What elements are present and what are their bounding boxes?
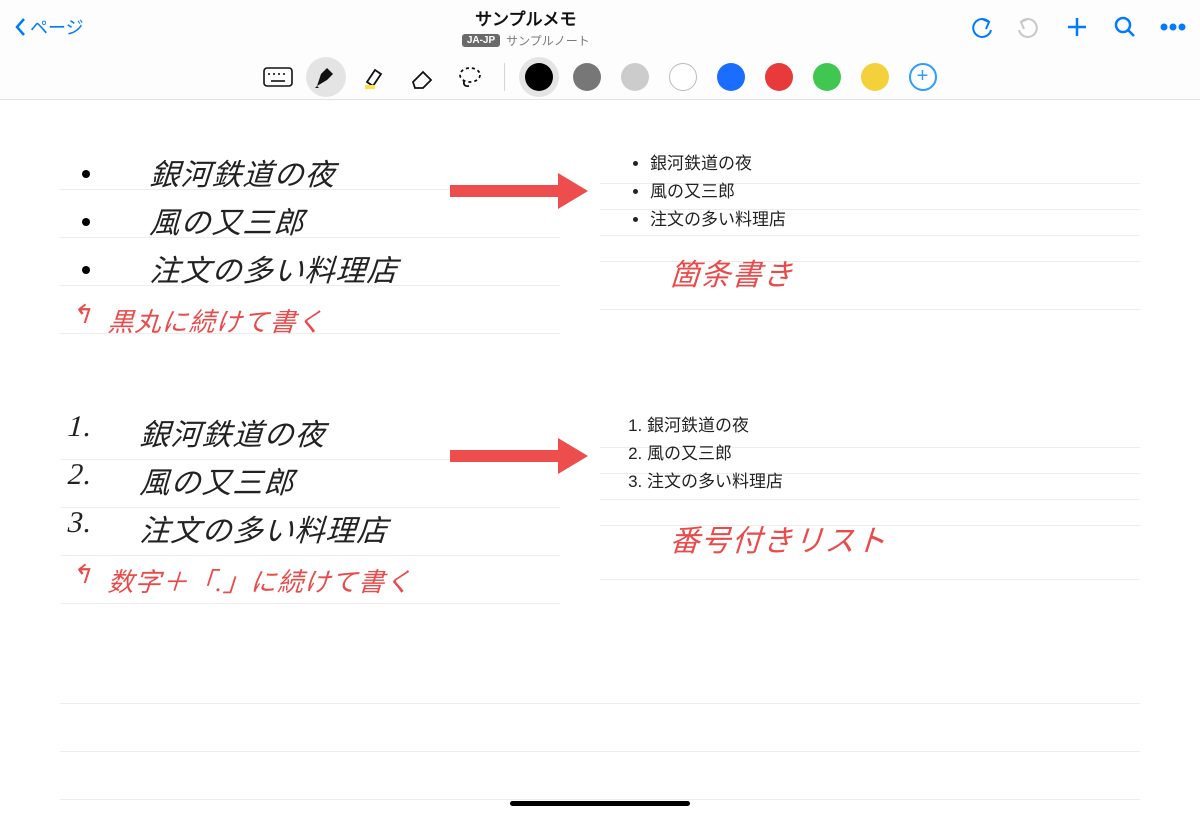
hw-number-prefix: 1. [67,410,94,444]
hw-number-prefix: 3. [67,506,94,540]
bullet-dot [82,266,90,274]
color-yellow[interactable] [855,57,895,97]
hw-number-item: 風の又三郎 [138,458,296,502]
swatch-grey-icon [573,63,601,91]
keyboard-tool[interactable] [258,57,298,97]
color-blue[interactable] [711,57,751,97]
swatch-black-icon [525,63,553,91]
color-red[interactable] [759,57,799,97]
swatch-blue-icon [717,63,745,91]
list-item: 風の又三郎 [650,178,786,206]
title-block: サンプルメモ JA-JP サンプルノート [84,5,968,49]
notebook-name: サンプルノート [506,32,590,49]
hw-number-prefix: 2. [67,458,94,492]
color-light-grey[interactable] [615,57,655,97]
redo-icon [1016,16,1042,38]
lasso-icon [457,64,483,90]
back-label: ページ [30,14,84,40]
list-item: 注文の多い料理店 [650,206,786,234]
undo-button[interactable] [968,14,994,40]
language-badge: JA-JP [462,34,500,47]
list-item: 注文の多い料理店 [647,468,783,496]
hw-bullet-item: 銀河鉄道の夜 [148,150,337,194]
eraser-tool[interactable] [402,57,442,97]
arrow-up-marker: ↰ [69,300,94,330]
ellipsis-icon [1160,23,1186,31]
undo-icon [968,16,994,38]
hw-bullet-item: 注文の多い料理店 [148,246,399,290]
color-grey[interactable] [567,57,607,97]
list-item: 銀河鉄道の夜 [647,412,783,440]
bullet-dot [82,170,90,178]
color-white[interactable] [663,57,703,97]
swatch-lightgrey-icon [621,63,649,91]
converted-numbers-label: 番号付きリスト [668,516,888,560]
swatch-white-icon [669,63,697,91]
arrow-up-marker: ↰ [69,560,94,590]
redo-button[interactable] [1016,14,1042,40]
note-canvas[interactable]: 銀河鉄道の夜 風の又三郎 注文の多い料理店 ↰ 黒丸に続けて書く 銀河鉄道の夜 … [0,100,1200,814]
list-item: 銀河鉄道の夜 [650,150,786,178]
arrow-icon [450,175,590,211]
hw-annotation: 黒丸に続けて書く [107,302,326,339]
add-color-icon: + [909,63,937,91]
tool-row: + [0,54,1200,100]
search-icon [1113,15,1137,39]
eraser-icon [409,64,435,90]
keyboard-icon [263,67,293,87]
pen-icon [313,64,339,90]
note-title: サンプルメモ [84,5,968,30]
arrow-icon [450,440,590,476]
highlighter-icon [361,64,387,90]
highlighter-tool[interactable] [354,57,394,97]
chevron-left-icon [14,17,28,37]
pen-tool[interactable] [306,57,346,97]
swatch-red-icon [765,63,793,91]
hw-number-item: 注文の多い料理店 [138,506,389,550]
search-button[interactable] [1112,14,1138,40]
converted-numbered-list: 銀河鉄道の夜 風の又三郎 注文の多い料理店 [623,412,783,496]
list-item: 風の又三郎 [647,440,783,468]
home-indicator[interactable] [510,801,690,806]
hw-annotation: 数字＋「.」に続けて書く [107,562,414,599]
color-black[interactable] [519,57,559,97]
tool-separator [504,63,505,91]
add-button[interactable] [1064,14,1090,40]
add-color[interactable]: + [903,57,943,97]
swatch-yellow-icon [861,63,889,91]
more-button[interactable] [1160,14,1186,40]
lasso-tool[interactable] [450,57,490,97]
bullet-dot [82,218,90,226]
hw-bullet-item: 風の又三郎 [148,198,306,242]
back-button[interactable]: ページ [14,14,84,40]
converted-bullets-label: 箇条書き [668,250,795,294]
converted-bullet-list: 銀河鉄道の夜 風の又三郎 注文の多い料理店 [630,150,786,234]
color-green[interactable] [807,57,847,97]
swatch-green-icon [813,63,841,91]
plus-icon [1065,15,1089,39]
hw-number-item: 銀河鉄道の夜 [138,410,327,454]
